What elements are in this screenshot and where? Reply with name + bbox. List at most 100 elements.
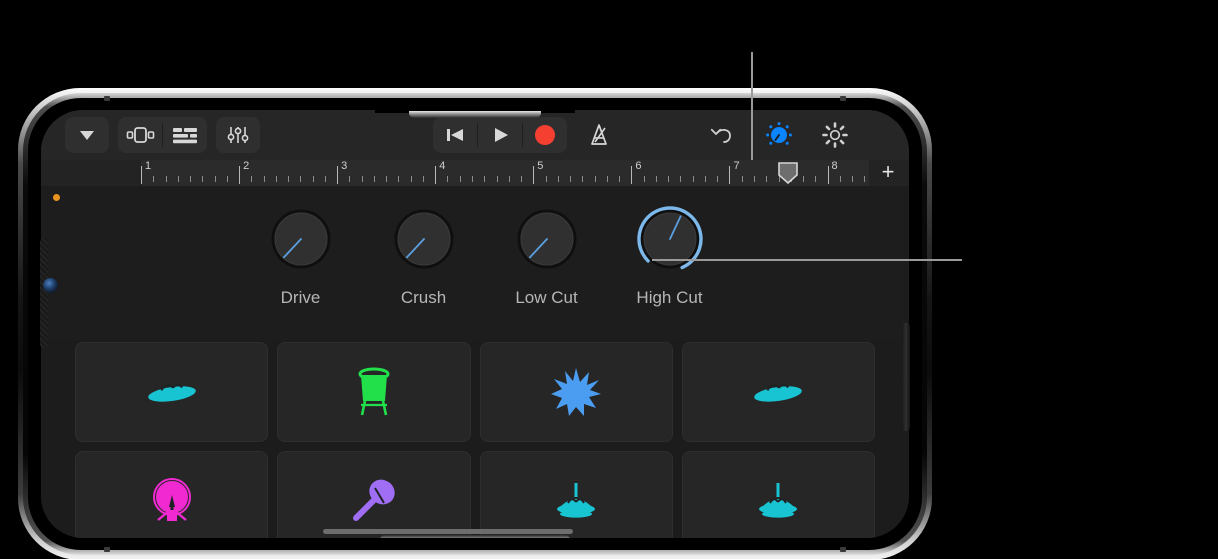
knob-row: Drive Crush Low Cut High Cut [239, 204, 731, 308]
ruler-minor-tick [815, 176, 817, 182]
metronome-button[interactable] [577, 117, 621, 153]
knob-graphic [271, 209, 330, 269]
knob-crush-dial[interactable] [389, 204, 459, 274]
gear-icon [822, 122, 848, 148]
ruler-bar-tick [435, 166, 437, 184]
ruler-minor-tick [852, 176, 854, 182]
view-cards-button[interactable] [118, 117, 162, 153]
pad-cymbal-1[interactable] [75, 342, 269, 442]
ruler-minor-tick [668, 176, 670, 182]
knob-drive-dial[interactable] [266, 204, 336, 274]
ruler-minor-tick [251, 176, 253, 182]
toolbar-left-cluster [65, 117, 260, 153]
ruler-minor-tick [692, 176, 694, 182]
knob-crush[interactable]: Crush [362, 204, 485, 308]
pad-splash[interactable] [479, 342, 673, 442]
conga-drum-icon [358, 367, 390, 416]
ruler-minor-tick [263, 176, 265, 182]
device-bezel: 1 2 3 4 5 6 7 8 + Drive Crush Low Cut High Cut [28, 96, 922, 552]
transport-group [433, 117, 567, 153]
metronome-icon [591, 124, 607, 145]
ruler-bar-number: 7 [733, 160, 740, 172]
maraca-icon [352, 479, 395, 521]
ruler-minor-tick [324, 176, 326, 182]
fx-controls-button[interactable] [759, 117, 799, 153]
power-button[interactable] [902, 323, 910, 431]
ruler-minor-tick [288, 176, 290, 182]
ruler-minor-tick [619, 176, 621, 182]
record-button[interactable] [523, 117, 567, 153]
pad-shaker[interactable] [277, 451, 471, 538]
timeline-ruler[interactable]: 1 2 3 4 5 6 7 8 + [41, 160, 909, 186]
ruler-minor-tick [557, 176, 559, 182]
ruler-minor-tick [753, 176, 755, 182]
pad-gong[interactable] [75, 451, 269, 538]
play-icon [495, 128, 508, 142]
knob-drive-label: Drive [280, 288, 321, 307]
ruler-minor-tick [594, 176, 596, 182]
mixer-group [216, 117, 260, 153]
knob-crush-label: Crush [400, 288, 447, 307]
ruler-minor-tick [864, 176, 866, 182]
record-icon [535, 125, 555, 145]
ruler-bar-number: 5 [537, 160, 544, 172]
knob-drive[interactable]: Drive [239, 204, 362, 308]
pad-cymbal-2[interactable] [681, 342, 875, 442]
recording-indicator-dot [53, 194, 60, 201]
pad-hihat-2[interactable] [681, 451, 875, 538]
earpiece-speaker [409, 111, 541, 118]
knob-high-cut[interactable]: High Cut [608, 204, 731, 308]
knob-low-cut[interactable]: Low Cut [485, 204, 608, 308]
ruler-bar-number: 3 [341, 160, 348, 172]
cards-view-icon [126, 127, 155, 143]
ruler-minor-tick [496, 176, 498, 182]
tracks-view-button[interactable] [163, 117, 207, 153]
knob-graphic [636, 206, 703, 270]
volume-button[interactable] [40, 238, 48, 348]
ruler-minor-tick [422, 176, 424, 182]
ruler-bar-tick [239, 166, 241, 184]
pad-conga[interactable] [277, 342, 471, 442]
rewind-button[interactable] [433, 117, 477, 153]
ruler-minor-tick [704, 176, 706, 182]
settings-button[interactable] [813, 117, 857, 153]
hihat-icon [759, 483, 798, 518]
garageband-app: 1 2 3 4 5 6 7 8 + Drive Crush Low Cut High Cut [41, 110, 909, 538]
ruler-minor-tick [373, 176, 375, 182]
ruler-minor-tick [312, 176, 314, 182]
playhead-marker[interactable] [777, 162, 799, 185]
ruler-minor-tick [545, 176, 547, 182]
frame-marker-top-right [840, 96, 846, 101]
device-inner-frame: 1 2 3 4 5 6 7 8 + Drive Crush Low Cut High Cut [23, 93, 927, 555]
knob-low-cut-dial[interactable] [512, 204, 582, 274]
iphone-device-frame: 1 2 3 4 5 6 7 8 + Drive Crush Low Cut High Cut [18, 88, 932, 559]
add-track-button[interactable]: + [875, 161, 901, 185]
ruler-minor-tick [190, 176, 192, 182]
ruler-track[interactable]: 1 2 3 4 5 6 7 8 [141, 160, 869, 186]
front-camera-icon [43, 278, 58, 293]
toolbar-transport-cluster [433, 117, 621, 153]
play-button[interactable] [478, 117, 522, 153]
ruler-minor-tick [570, 176, 572, 182]
undo-button[interactable] [701, 117, 745, 153]
ruler-minor-tick [803, 176, 805, 182]
cymbal-icon [147, 383, 196, 402]
ruler-minor-tick [410, 176, 412, 182]
ruler-minor-tick [202, 176, 204, 182]
ruler-minor-tick [766, 176, 768, 182]
knob-high-cut-label: High Cut [636, 288, 703, 307]
navigation-group [65, 117, 109, 153]
ruler-bar-number: 6 [635, 160, 642, 172]
ruler-bar-tick [533, 166, 535, 184]
ruler-minor-tick [741, 176, 743, 182]
navigation-browser-button[interactable] [65, 117, 109, 153]
pad-hihat-1[interactable] [479, 451, 673, 538]
home-indicator [380, 535, 570, 538]
tracks-list-icon [173, 128, 197, 144]
knob-high-cut-dial[interactable] [635, 204, 705, 274]
ruler-bar-tick [631, 166, 633, 184]
ruler-minor-tick [472, 176, 473, 182]
mixer-button[interactable] [216, 117, 260, 153]
ruler-minor-tick [165, 176, 167, 182]
callout-line-high-cut-knob [652, 259, 962, 261]
